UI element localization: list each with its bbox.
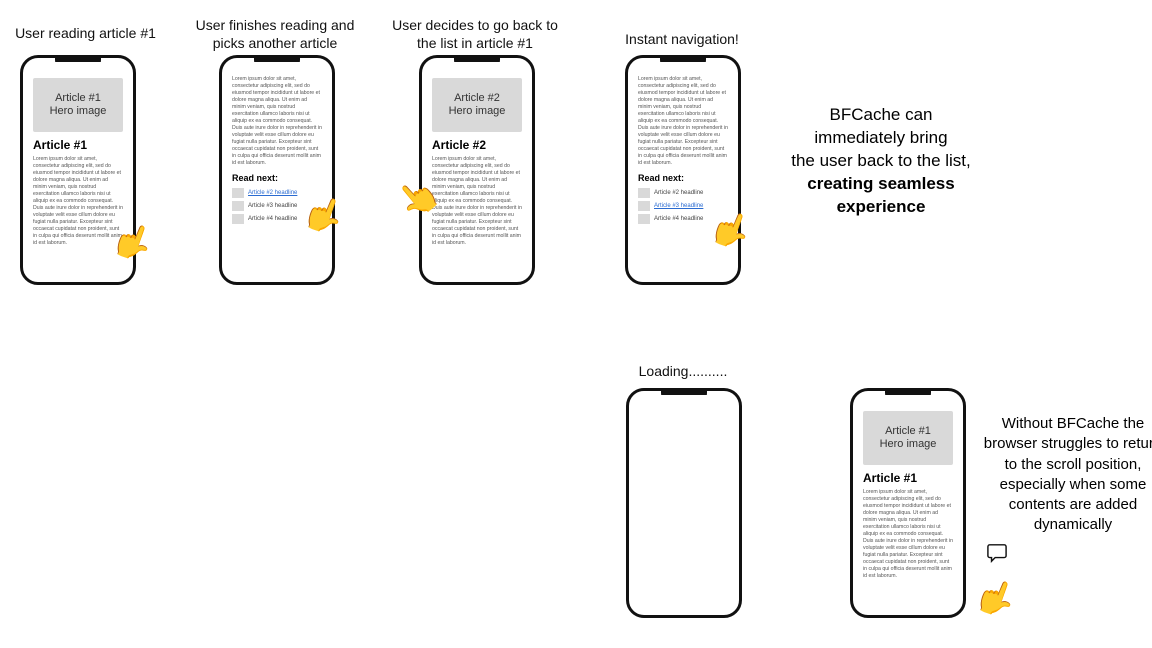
phone-screen: Lorem ipsum dolor sit amet, consectetur … — [632, 62, 734, 278]
article-body: Lorem ipsum dolor sit amet, consectetur … — [863, 489, 953, 580]
article-title-1: Article #1 — [863, 471, 953, 486]
thumb-icon — [232, 188, 244, 198]
side-line-6: dynamically — [1034, 516, 1112, 533]
thumb-icon — [638, 188, 650, 198]
read-next-item-4[interactable]: Article #4 headline — [232, 214, 322, 224]
read-next-link-4[interactable]: Article #4 headline — [248, 216, 297, 224]
side-line-5: contents are added — [1009, 496, 1137, 513]
big-bold-1: creating seamless — [807, 174, 954, 193]
phone-reading-article-1: Article #1 Hero image Article #1 Lorem i… — [20, 55, 136, 285]
article-body: Lorem ipsum dolor sit amet, consectetur … — [432, 156, 522, 247]
big-line-1: BFCache can — [830, 105, 933, 124]
side-line-4: especially when some — [1000, 476, 1147, 493]
read-next-link-2[interactable]: Article #2 headline — [248, 190, 297, 198]
caption-go-back: User decides to go back to the list in a… — [390, 16, 560, 52]
caption-reading: User reading article #1 — [0, 24, 173, 42]
article-title-1: Article #1 — [33, 138, 123, 153]
phone-screen-empty — [633, 395, 735, 611]
article-body-scrolled: Lorem ipsum dolor sit amet, consectetur … — [232, 76, 322, 167]
thumb-icon — [232, 214, 244, 224]
thumb-icon — [638, 214, 650, 224]
read-next-item-4[interactable]: Article #4 headline — [638, 214, 728, 224]
hero-image-1: Article #1 Hero image — [863, 411, 953, 465]
big-line-3: the user back to the list, — [791, 151, 971, 170]
read-next-link-3[interactable]: Article #3 headline — [654, 203, 703, 211]
side-line-1: Without BFCache the — [1002, 415, 1145, 432]
caption-picks-another: User finishes reading and picks another … — [190, 16, 360, 52]
hero-image-2: Article #2 Hero image — [432, 78, 522, 132]
thumb-icon — [232, 201, 244, 211]
phone-screen: Lorem ipsum dolor sit amet, consectetur … — [226, 62, 328, 278]
speech-bubble-icon — [985, 543, 1009, 563]
phone-instant-back: Lorem ipsum dolor sit amet, consectetur … — [625, 55, 741, 285]
big-bold-2: experience — [837, 197, 926, 216]
big-line-2: immediately bring — [814, 128, 947, 147]
article-body: Lorem ipsum dolor sit amet, consectetur … — [33, 156, 123, 247]
side-line-3: to the scroll position, — [1005, 456, 1142, 473]
read-next-item-2[interactable]: Article #2 headline — [638, 188, 728, 198]
read-next-item-3[interactable]: Article #3 headline — [638, 201, 728, 211]
phone-loading — [626, 388, 742, 618]
read-next-item-2[interactable]: Article #2 headline — [232, 188, 322, 198]
phone-reloaded-article-1: Article #1 Hero image Article #1 Lorem i… — [850, 388, 966, 618]
caption-instant: Instant navigation! — [597, 30, 767, 48]
hero-image-1: Article #1 Hero image — [33, 78, 123, 132]
pointing-hand-icon: 👆 — [969, 572, 1022, 624]
phone-screen: Article #1 Hero image Article #1 Lorem i… — [27, 62, 129, 278]
phone-reading-article-2: Article #2 Hero image Article #2 Lorem i… — [419, 55, 535, 285]
read-next-link-4[interactable]: Article #4 headline — [654, 216, 703, 224]
read-next-link-2[interactable]: Article #2 headline — [654, 190, 703, 198]
read-next-heading: Read next: — [232, 173, 322, 184]
phone-screen: Article #1 Hero image Article #1 Lorem i… — [857, 395, 959, 611]
read-next-heading: Read next: — [638, 173, 728, 184]
article-body-scrolled: Lorem ipsum dolor sit amet, consectetur … — [638, 76, 728, 167]
article-title-2: Article #2 — [432, 138, 522, 153]
thumb-icon — [638, 201, 650, 211]
read-next-link-3[interactable]: Article #3 headline — [248, 203, 297, 211]
phone-read-next-list-1: Lorem ipsum dolor sit amet, consectetur … — [219, 55, 335, 285]
phone-screen: Article #2 Hero image Article #2 Lorem i… — [426, 62, 528, 278]
caption-loading: Loading.......... — [598, 362, 768, 380]
caption-without-bfcache: Without BFCache the browser struggles to… — [968, 414, 1152, 536]
caption-bfcache-benefit: BFCache can immediately bring the user b… — [766, 104, 996, 219]
read-next-item-3[interactable]: Article #3 headline — [232, 201, 322, 211]
side-line-2: browser struggles to return — [984, 435, 1152, 452]
